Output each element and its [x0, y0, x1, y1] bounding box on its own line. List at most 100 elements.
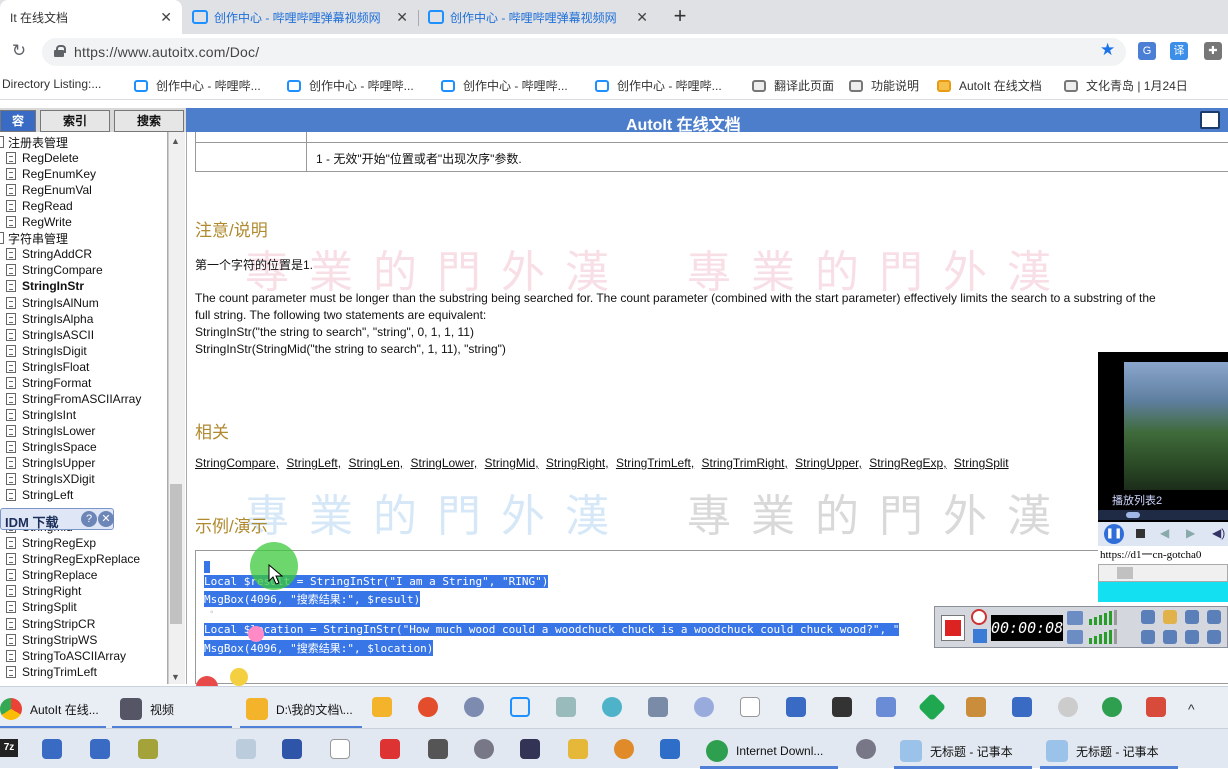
window-icon[interactable] — [786, 697, 806, 717]
tree-item[interactable]: StringIsASCII — [6, 327, 94, 343]
tree-item[interactable]: StringFormat — [6, 375, 91, 391]
related-link[interactable]: StringLower, — [410, 456, 477, 470]
app-icon[interactable] — [568, 739, 588, 759]
microphone-icon[interactable] — [1067, 630, 1083, 644]
bilibili-icon[interactable] — [510, 697, 530, 717]
task-notepad-2[interactable]: 无标题 - 记事本 — [1046, 737, 1159, 765]
app-icon[interactable] — [660, 739, 680, 759]
related-link[interactable]: StringLen, — [348, 456, 403, 470]
tree-item[interactable]: StringLeft — [6, 487, 73, 503]
search-icon[interactable] — [1058, 697, 1078, 717]
translate-ext-icon[interactable]: 译 — [1170, 42, 1188, 60]
pause-icon[interactable] — [973, 629, 987, 643]
bookmark-item[interactable]: 创作中心 - 哔哩哔... — [134, 77, 261, 94]
capture-icon[interactable] — [1141, 630, 1155, 644]
tree-item[interactable]: StringIsAlpha — [6, 311, 93, 327]
tree-item[interactable]: RegEnumKey — [6, 166, 96, 182]
tree-item[interactable]: StringIsXDigit — [6, 471, 95, 487]
close-icon[interactable]: ✕ — [160, 9, 172, 26]
app-icon[interactable] — [474, 739, 494, 759]
folder-icon[interactable] — [372, 697, 392, 717]
app-icon[interactable] — [380, 739, 400, 759]
pause-icon[interactable]: ❚❚ — [1104, 524, 1124, 544]
idm-download-bar[interactable]: IDM 下载 ? ✕ — [0, 508, 114, 530]
window-icon[interactable] — [90, 739, 110, 759]
tree-scroll-thumb[interactable] — [170, 484, 182, 624]
video-frame[interactable] — [1124, 362, 1228, 490]
tree-item[interactable]: StringIsInt — [6, 407, 76, 423]
globe-icon[interactable] — [1102, 697, 1122, 717]
video-player[interactable]: 播放列表2 ❚❚ ◀ ▶ ◀) https://d1一cn-gotcha0 — [1098, 352, 1228, 602]
related-link[interactable]: StringRegExp, — [869, 456, 946, 470]
tree-item[interactable]: RegWrite — [6, 214, 72, 230]
task-video[interactable]: 视频 — [120, 695, 174, 723]
code-line[interactable]: MsgBox(4096, "搜索结果:", $result) — [204, 591, 421, 607]
tab-bilibili-1[interactable]: 创作中心 - 哔哩哔哩弹幕视频网 ✕ — [182, 0, 418, 34]
tree-item[interactable]: StringCompare — [6, 262, 103, 278]
7zip-icon[interactable]: 7z — [0, 739, 18, 757]
book-icon[interactable] — [282, 739, 302, 759]
tree-item[interactable]: StringToASCIIArray — [6, 648, 126, 664]
window-icon[interactable] — [42, 739, 62, 759]
help-icon[interactable]: ? — [81, 511, 97, 527]
app-icon[interactable] — [876, 697, 896, 717]
scroll-up-icon[interactable]: ▲ — [171, 136, 180, 146]
tree-folder[interactable]: 字符串管理 — [0, 230, 68, 246]
app-icon[interactable] — [556, 697, 576, 717]
tab-autoit-docs[interactable]: It 在线文档 ✕ — [0, 0, 182, 34]
app-icon[interactable] — [464, 697, 484, 717]
folder-icon[interactable] — [1163, 610, 1177, 624]
tree-item[interactable]: StringTrimLeft — [6, 664, 97, 680]
player-hscroll[interactable] — [1098, 564, 1228, 582]
app-icon[interactable] — [602, 697, 622, 717]
task-autoit-docs[interactable]: AutoIt 在线... — [0, 695, 99, 723]
tab-contents[interactable]: 容 — [0, 110, 36, 132]
close-icon[interactable]: ✕ — [98, 511, 114, 527]
related-link[interactable]: StringCompare, — [195, 456, 279, 470]
related-link[interactable]: StringMid, — [485, 456, 539, 470]
task-notepad-1[interactable]: 无标题 - 记事本 — [900, 737, 1013, 765]
tree-item[interactable]: StringIsUpper — [6, 455, 95, 471]
tab-index[interactable]: 索引 — [40, 110, 110, 132]
bookmark-item[interactable]: 翻译此页面 — [752, 77, 834, 94]
bookmark-item[interactable]: 创作中心 - 哔哩哔... — [595, 77, 722, 94]
tab-search[interactable]: 搜索 — [114, 110, 184, 132]
window-icon[interactable] — [1012, 697, 1032, 717]
tree-item[interactable]: StringRight — [6, 583, 81, 599]
related-link[interactable]: StringTrimLeft, — [616, 456, 694, 470]
code-line[interactable]: Local $location = StringInStr("How much … — [204, 623, 900, 636]
stream-url[interactable]: https://d1一cn-gotcha0 — [1098, 546, 1228, 564]
alarm-icon[interactable] — [971, 609, 987, 625]
task-explorer[interactable]: D:\我的文档\... — [246, 695, 353, 723]
record-icon[interactable] — [418, 697, 438, 717]
tree-folder[interactable]: 注册表管理 — [0, 134, 68, 150]
volume-icon[interactable]: ◀) — [1212, 526, 1225, 540]
lock-icon[interactable] — [54, 45, 66, 57]
bookmark-item[interactable]: 创作中心 - 哔哩哔... — [441, 77, 568, 94]
tree-item[interactable]: StringIsSpace — [6, 439, 97, 455]
tree-item[interactable]: StringStripCR — [6, 616, 95, 632]
speaker-icon[interactable] — [1067, 611, 1083, 625]
tree-item[interactable]: StringIsFloat — [6, 359, 89, 375]
gear-icon[interactable] — [1185, 610, 1199, 624]
bookmark-item[interactable]: 创作中心 - 哔哩哔... — [287, 77, 414, 94]
code-line[interactable]: MsgBox(4096, "搜索结果:", $location) — [204, 640, 434, 656]
stop-icon[interactable] — [1136, 529, 1145, 538]
app-icon[interactable] — [138, 739, 158, 759]
search-icon[interactable] — [614, 739, 634, 759]
calendar-icon[interactable] — [236, 739, 256, 759]
file-icon[interactable] — [330, 739, 350, 759]
bookmark-item[interactable]: 文化青岛 | 1月24日 — [1064, 77, 1188, 94]
related-link[interactable]: StringLeft, — [286, 456, 341, 470]
bookmark-item[interactable]: 功能说明 — [849, 77, 919, 94]
tree-item[interactable]: StringIsAlNum — [6, 295, 99, 311]
scroll-down-icon[interactable]: ▼ — [171, 672, 180, 682]
tree-item[interactable]: StringInStr — [6, 278, 84, 294]
task-internet-download[interactable]: Internet Downl... — [706, 737, 823, 765]
tree-item[interactable]: StringIsLower — [6, 423, 95, 439]
extensions-icon[interactable]: ✚ — [1204, 42, 1222, 60]
tab-bilibili-2[interactable]: 创作中心 - 哔哩哔哩弹幕视频网 ✕ — [418, 0, 658, 34]
tree-item[interactable]: StringFromASCIIArray — [6, 391, 141, 407]
app-icon[interactable] — [694, 697, 714, 717]
app-icon[interactable] — [1146, 697, 1166, 717]
